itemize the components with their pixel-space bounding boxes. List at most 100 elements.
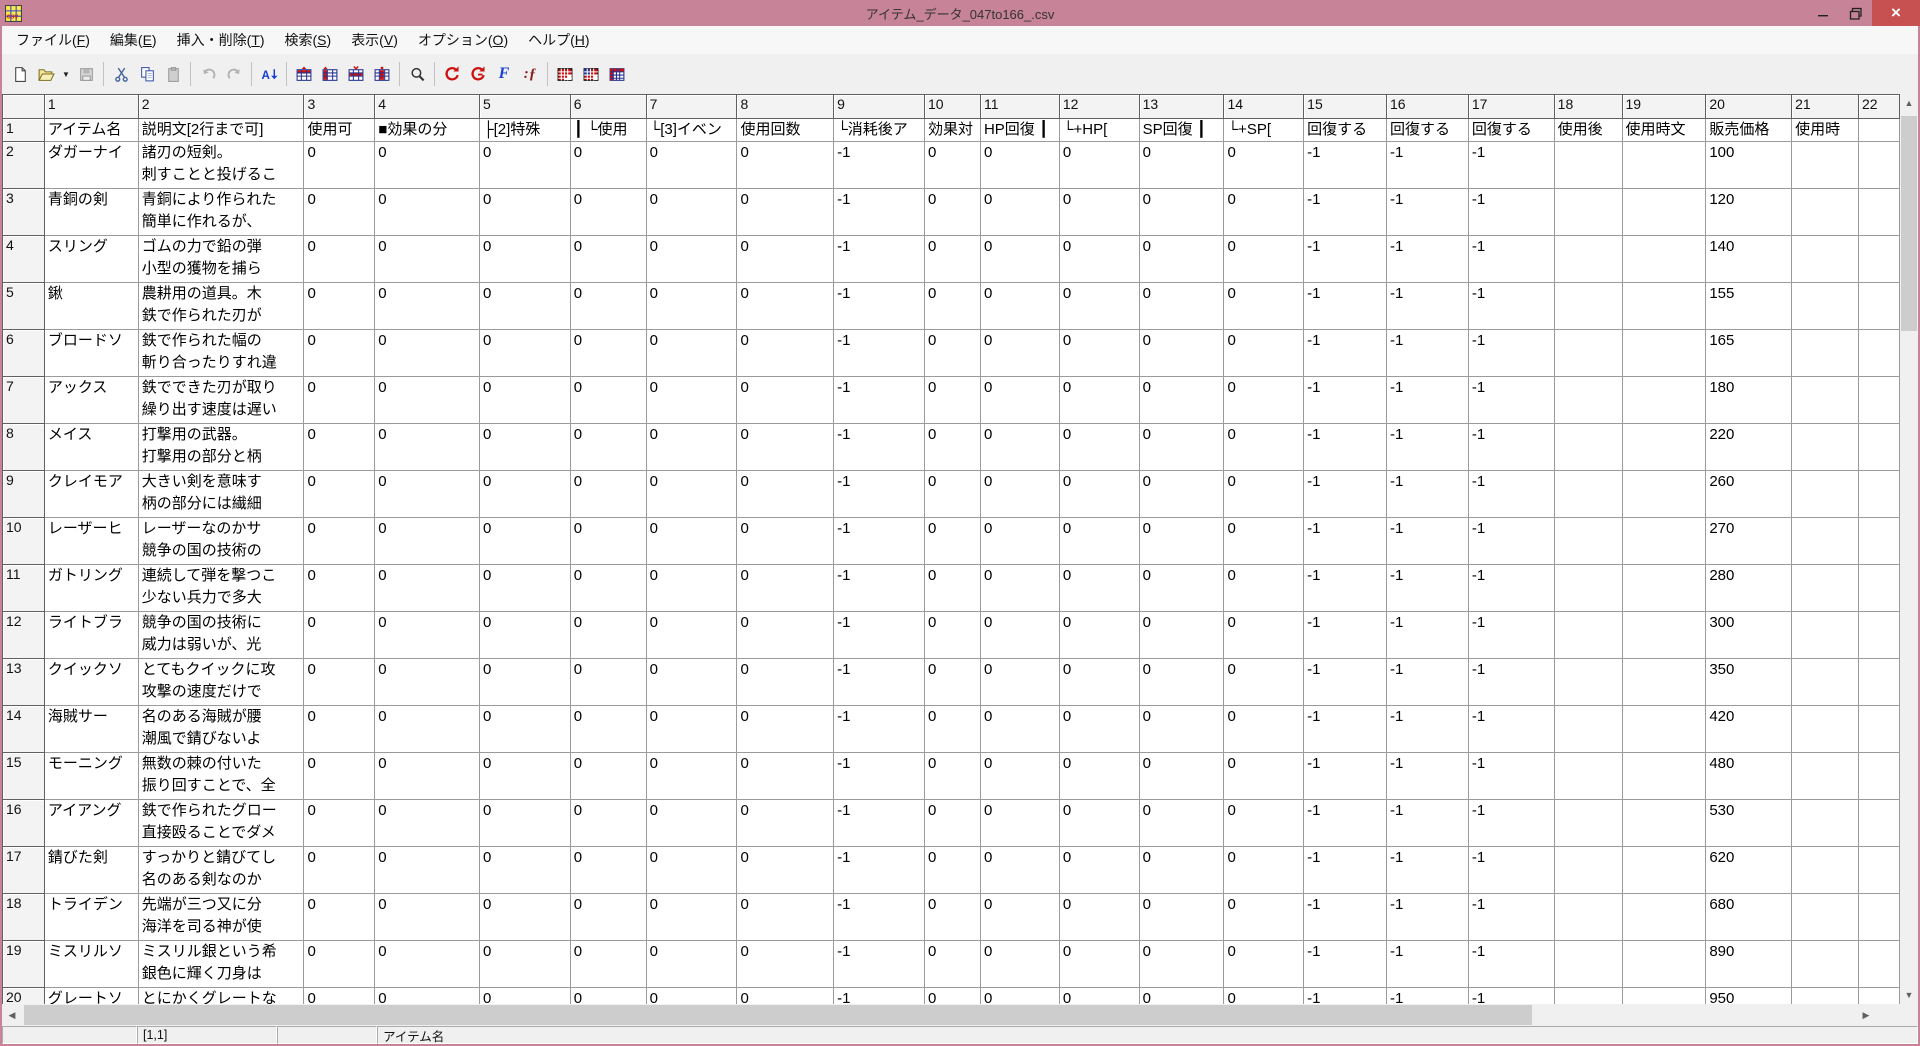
- grid-cell[interactable]: 0: [736, 188, 835, 236]
- grid-cell[interactable]: 0: [569, 987, 647, 1004]
- grid-cell[interactable]: [1857, 235, 1900, 283]
- grid-cell[interactable]: 0: [1058, 470, 1140, 518]
- grid-cell[interactable]: 0: [736, 987, 835, 1004]
- grid-cell[interactable]: 0: [736, 423, 835, 471]
- grid-cell[interactable]: トライデン: [43, 893, 139, 941]
- grid-cell[interactable]: 0: [303, 893, 376, 941]
- grid-cell[interactable]: 効果対: [924, 118, 981, 142]
- grid-cell[interactable]: [1857, 705, 1900, 753]
- row-header-14[interactable]: 14: [2, 705, 45, 753]
- grid-cell[interactable]: 0: [1223, 329, 1305, 377]
- grid-cell[interactable]: 0: [645, 235, 738, 283]
- row-header-20[interactable]: 20: [2, 987, 45, 1004]
- grid-cell[interactable]: -1: [1303, 329, 1387, 377]
- grid-cell[interactable]: 0: [569, 658, 647, 706]
- grid-cell[interactable]: 0: [478, 893, 571, 941]
- grid-cell[interactable]: 890: [1705, 940, 1793, 988]
- row-header-2[interactable]: 2: [2, 141, 45, 189]
- grid-cell[interactable]: -1: [1467, 282, 1555, 330]
- grid-cell[interactable]: 0: [569, 893, 647, 941]
- grid-cell[interactable]: 海賊サー: [43, 705, 139, 753]
- column-header-8[interactable]: 8: [736, 94, 835, 119]
- grid-cell[interactable]: 0: [645, 376, 738, 424]
- grid-cell[interactable]: [1621, 846, 1707, 894]
- grid-cell[interactable]: 0: [736, 141, 835, 189]
- grid-cell[interactable]: 0: [1058, 517, 1140, 565]
- grid-cell[interactable]: HP回復 ┃: [979, 118, 1060, 142]
- grid-cell[interactable]: 0: [569, 141, 647, 189]
- row-header-17[interactable]: 17: [2, 846, 45, 894]
- grid-cell[interactable]: -1: [1303, 188, 1387, 236]
- row-header-7[interactable]: 7: [2, 376, 45, 424]
- restore-button[interactable]: [1839, 0, 1872, 26]
- grid-cell[interactable]: 0: [374, 235, 480, 283]
- grid-cell[interactable]: [1553, 611, 1623, 659]
- grid-cell[interactable]: 0: [569, 188, 647, 236]
- grid-cell[interactable]: [1553, 235, 1623, 283]
- grid-cell[interactable]: 0: [645, 846, 738, 894]
- grid-cell[interactable]: 0: [979, 423, 1060, 471]
- column-header-21[interactable]: 21: [1791, 94, 1859, 119]
- grid-cell[interactable]: [1791, 282, 1859, 330]
- grid-cell[interactable]: 0: [1058, 611, 1140, 659]
- grid-cell[interactable]: 0: [736, 329, 835, 377]
- grid-cell[interactable]: [1791, 517, 1859, 565]
- column-header-14[interactable]: 14: [1223, 94, 1305, 119]
- grid-cell[interactable]: スリング: [43, 235, 139, 283]
- grid-cell[interactable]: [1621, 141, 1707, 189]
- grid-cell[interactable]: 0: [1058, 282, 1140, 330]
- grid-cell[interactable]: 0: [645, 752, 738, 800]
- grid-cell[interactable]: [1621, 799, 1707, 847]
- grid-cell[interactable]: とにかくグレートな: [137, 987, 305, 1004]
- sort-button[interactable]: A: [256, 61, 282, 87]
- grid-cell[interactable]: 0: [924, 329, 981, 377]
- grid-cell[interactable]: 使用時文: [1621, 118, 1707, 142]
- grid-cell[interactable]: 0: [979, 188, 1060, 236]
- grid-cell[interactable]: [1553, 705, 1623, 753]
- grid-cell[interactable]: 0: [1058, 235, 1140, 283]
- grid-cell[interactable]: 0: [979, 705, 1060, 753]
- column-header-2[interactable]: 2: [137, 94, 305, 119]
- insert-column-button[interactable]: [317, 61, 343, 87]
- grid-cell[interactable]: -1: [1386, 705, 1469, 753]
- row-header-11[interactable]: 11: [2, 564, 45, 612]
- grid-cell[interactable]: 0: [1223, 376, 1305, 424]
- grid-cell[interactable]: 0: [569, 517, 647, 565]
- grid-cell[interactable]: ダガーナイ: [43, 141, 139, 189]
- grid-cell[interactable]: 0: [979, 329, 1060, 377]
- grid-cell[interactable]: 0: [569, 329, 647, 377]
- column-header-9[interactable]: 9: [833, 94, 925, 119]
- grid-cell[interactable]: 0: [1058, 705, 1140, 753]
- column-header-4[interactable]: 4: [374, 94, 480, 119]
- minimize-button[interactable]: [1806, 0, 1839, 26]
- grid-cell[interactable]: [1553, 893, 1623, 941]
- grid-cell[interactable]: 連続して弾を撃つこ 少ない兵力で多大: [137, 564, 305, 612]
- grid-cell[interactable]: [1791, 329, 1859, 377]
- grid-cell[interactable]: 0: [1058, 987, 1140, 1004]
- redo-button[interactable]: [221, 61, 247, 87]
- grid-cell[interactable]: -1: [1386, 940, 1469, 988]
- column-header-17[interactable]: 17: [1467, 94, 1555, 119]
- grid-cell[interactable]: 0: [645, 799, 738, 847]
- grid-cell[interactable]: 0: [478, 376, 571, 424]
- grid-cell[interactable]: 0: [374, 517, 480, 565]
- grid-cell[interactable]: 無数の棘の付いた 振り回すことで、全: [137, 752, 305, 800]
- grid-cell[interactable]: -1: [833, 235, 925, 283]
- grid-cell[interactable]: -1: [1386, 141, 1469, 189]
- grid-style-header-button[interactable]: [604, 61, 630, 87]
- grid-cell[interactable]: -1: [1467, 846, 1555, 894]
- grid-cell[interactable]: 0: [924, 799, 981, 847]
- grid-cell[interactable]: 説明文[2行まで可]: [137, 118, 305, 142]
- grid-cell[interactable]: 0: [374, 705, 480, 753]
- grid-cell[interactable]: -1: [1386, 987, 1469, 1004]
- grid-cell[interactable]: -1: [1303, 611, 1387, 659]
- grid-cell[interactable]: -1: [1303, 235, 1387, 283]
- grid-cell[interactable]: [1553, 799, 1623, 847]
- grid-cell[interactable]: 0: [979, 611, 1060, 659]
- column-header-15[interactable]: 15: [1303, 94, 1387, 119]
- grid-cell[interactable]: 0: [478, 423, 571, 471]
- grid-cell[interactable]: 0: [924, 893, 981, 941]
- menu-insert-delete[interactable]: 挿入・削除(T): [167, 26, 275, 54]
- grid-cell[interactable]: ┃ └使用: [569, 118, 647, 142]
- grid-cell[interactable]: [1791, 611, 1859, 659]
